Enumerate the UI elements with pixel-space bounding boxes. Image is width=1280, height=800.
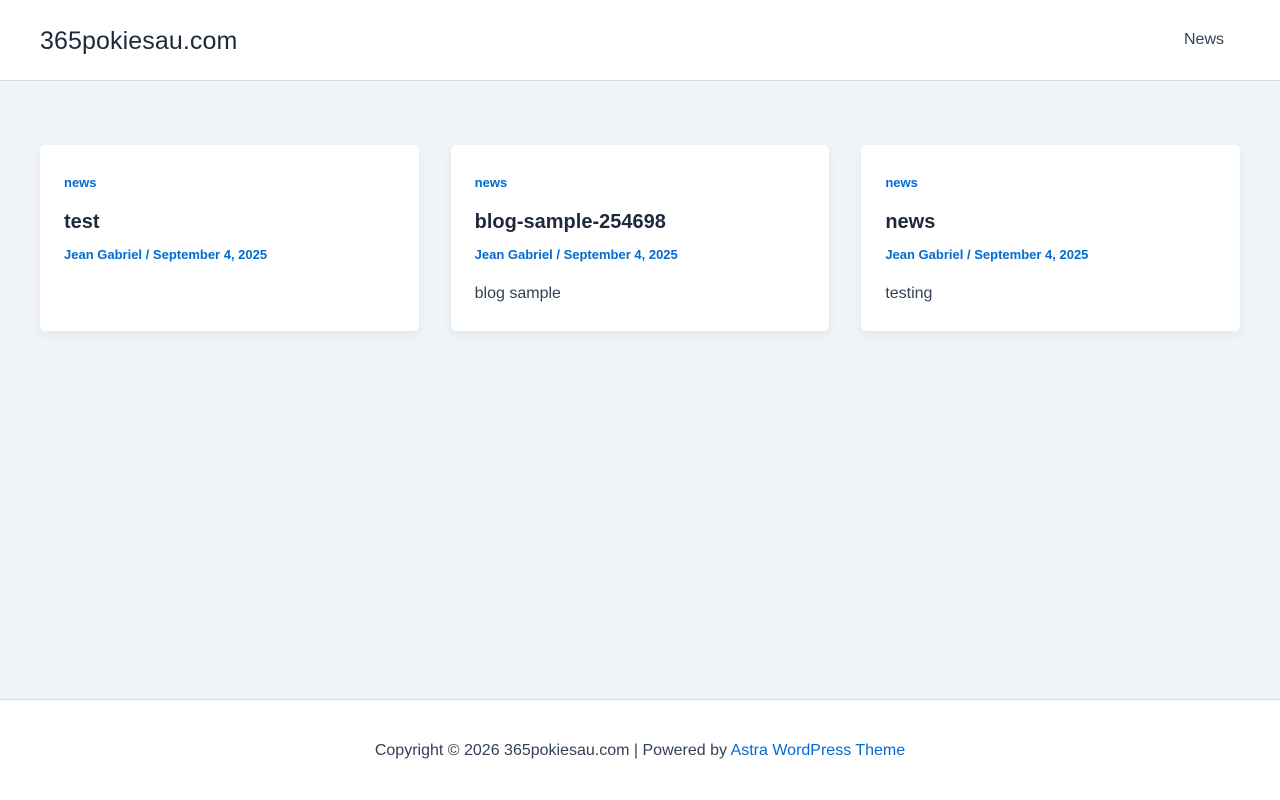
post-card: news blog-sample-254698 Jean Gabriel / S… xyxy=(450,145,830,331)
site-footer: Copyright © 2026 365pokiesau.com | Power… xyxy=(0,699,1280,800)
post-date-link[interactable]: September 4, 2025 xyxy=(564,247,678,262)
post-author-link[interactable]: Jean Gabriel xyxy=(885,247,963,262)
post-category-link[interactable]: news xyxy=(885,175,918,191)
meta-separator: / xyxy=(145,247,150,262)
post-title-link[interactable]: blog-sample-254698 xyxy=(475,209,666,235)
post-excerpt: testing xyxy=(885,285,933,302)
nav-item-news[interactable]: News xyxy=(1184,30,1224,50)
post-card: news news Jean Gabriel / September 4, 20… xyxy=(861,145,1240,331)
post-category-link[interactable]: news xyxy=(475,175,508,191)
meta-separator: / xyxy=(966,247,971,262)
footer-copyright: Copyright © 2026 365pokiesau.com | Power… xyxy=(0,741,1280,761)
post-date-link[interactable]: September 4, 2025 xyxy=(153,247,267,262)
post-grid: news test Jean Gabriel / September 4, 20… xyxy=(40,145,1240,331)
post-meta: Jean Gabriel / September 4, 2025 xyxy=(64,247,267,263)
copyright-text: Copyright © 2026 365pokiesau.com | Power… xyxy=(374,742,727,759)
theme-link[interactable]: Astra WordPress Theme xyxy=(731,742,906,759)
post-excerpt: blog sample xyxy=(474,285,561,302)
post-author-link[interactable]: Jean Gabriel xyxy=(64,247,142,262)
post-meta: Jean Gabriel / September 4, 2025 xyxy=(475,247,678,263)
post-title-link[interactable]: test xyxy=(64,209,100,235)
post-title-link[interactable]: news xyxy=(885,209,935,235)
site-title-link[interactable]: 365pokiesau.com xyxy=(40,26,237,56)
main-content: news test Jean Gabriel / September 4, 20… xyxy=(0,81,1280,699)
post-author-link[interactable]: Jean Gabriel xyxy=(475,247,553,262)
site-header: 365pokiesau.com News xyxy=(0,0,1280,81)
meta-separator: / xyxy=(556,247,560,262)
post-date-link[interactable]: September 4, 2025 xyxy=(974,247,1088,262)
post-category-link[interactable]: news xyxy=(64,175,97,191)
post-meta: Jean Gabriel / September 4, 2025 xyxy=(885,247,1088,263)
post-card: news test Jean Gabriel / September 4, 20… xyxy=(40,145,419,331)
